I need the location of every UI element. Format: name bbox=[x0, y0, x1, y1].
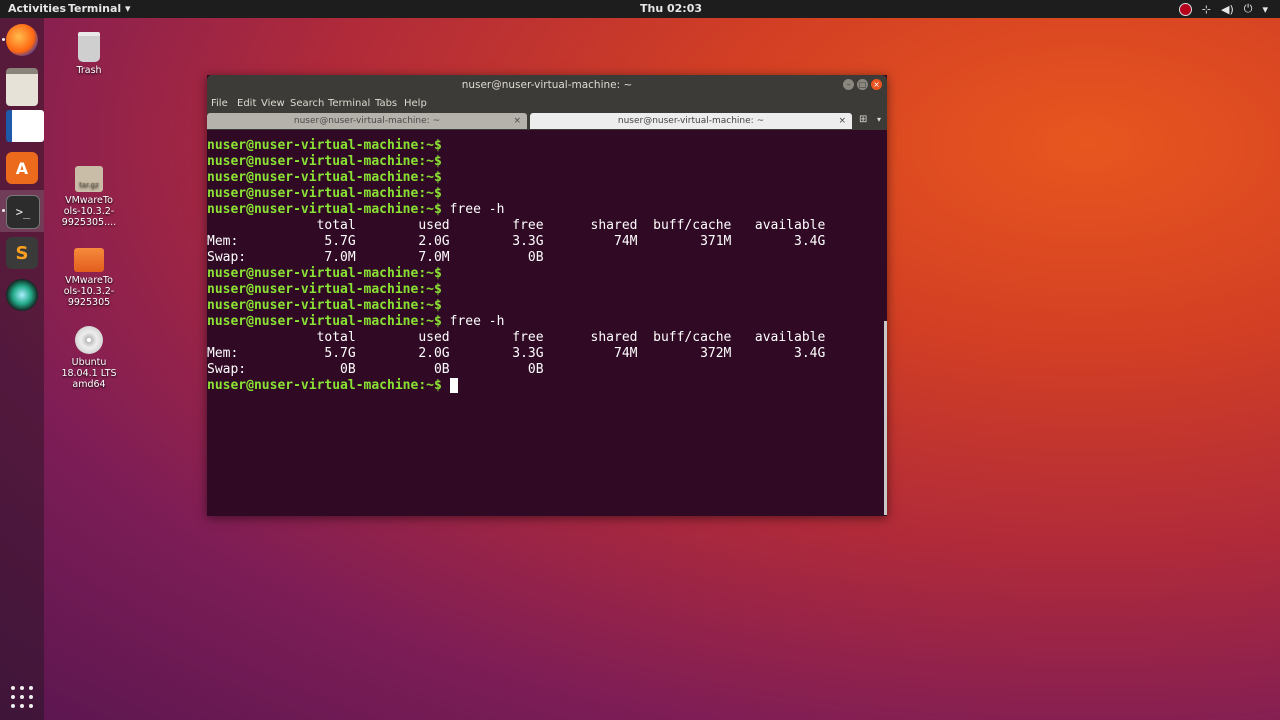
window-titlebar[interactable]: nuser@nuser-virtual-machine: ~ – □ × bbox=[207, 75, 887, 95]
window-title: nuser@nuser-virtual-machine: ~ bbox=[461, 79, 633, 91]
terminal-prompt-line: nuser@nuser-virtual-machine:~$ bbox=[207, 186, 442, 202]
top-bar: Activities Terminal ▾ Thu 02:03 ⊹ ◀) ⏻ ▾ bbox=[0, 0, 1280, 18]
writer-icon[interactable] bbox=[6, 110, 44, 142]
maximize-icon[interactable]: □ bbox=[857, 79, 868, 90]
tab-label: nuser@nuser-virtual-machine: ~ bbox=[293, 116, 441, 126]
terminal-icon[interactable]: >_ bbox=[6, 195, 40, 229]
prompt-text: nuser@nuser-virtual-machine:~$ bbox=[207, 170, 442, 185]
archive-icon: tar.gz bbox=[75, 166, 103, 192]
volume-icon[interactable]: ◀) bbox=[1221, 3, 1234, 16]
prompt-text: nuser@nuser-virtual-machine:~$ bbox=[207, 154, 442, 169]
prompt-text: nuser@nuser-virtual-machine:~$ bbox=[207, 186, 442, 201]
terminal-output-line: total used free shared buff/cache availa… bbox=[207, 218, 826, 233]
desktop-label: VMwareTo ols-10.3.2- 9925305 bbox=[63, 275, 115, 308]
terminal-output-line: Swap: 0B 0B 0B bbox=[207, 362, 544, 377]
close-icon[interactable]: × bbox=[871, 79, 882, 90]
prompt-text: nuser@nuser-virtual-machine:~$ bbox=[207, 202, 442, 217]
terminal-output-line: Swap: 7.0M 7.0M 0B bbox=[207, 250, 544, 265]
text-cursor bbox=[449, 378, 458, 393]
record-indicator-icon[interactable] bbox=[1178, 2, 1192, 16]
terminal-output-line: Mem: 5.7G 2.0G 3.3G 74M 372M 3.4G bbox=[207, 346, 826, 361]
tab-2[interactable]: nuser@nuser-virtual-machine: ~ × bbox=[530, 113, 852, 129]
terminal-window[interactable]: nuser@nuser-virtual-machine: ~ – □ × Fil… bbox=[207, 75, 887, 516]
terminal-prompt-line: nuser@nuser-virtual-machine:~$ bbox=[207, 170, 442, 186]
clock[interactable]: Thu 02:03 bbox=[640, 2, 702, 15]
active-indicator bbox=[2, 38, 5, 41]
menu-help[interactable]: Help bbox=[404, 98, 427, 109]
prompt-text: nuser@nuser-virtual-machine:~$ bbox=[207, 378, 442, 393]
desktop-label: Trash bbox=[76, 65, 102, 76]
terminal-prompt-line: nuser@nuser-virtual-machine:~$ free -h bbox=[207, 202, 504, 218]
power-icon[interactable]: ⏻ bbox=[1244, 2, 1253, 16]
tab-bar: nuser@nuser-virtual-machine: ~ × nuser@n… bbox=[207, 113, 887, 130]
dock: A >_ S bbox=[0, 18, 44, 720]
chevron-down-icon[interactable]: ▾ bbox=[1262, 3, 1268, 16]
desktop-folder[interactable]: VMwareTo ols-10.3.2- 9925305 bbox=[57, 248, 121, 308]
desktop-trash[interactable]: Trash bbox=[57, 32, 121, 76]
command-text: free -h bbox=[441, 314, 505, 329]
software-icon[interactable]: A bbox=[6, 152, 38, 184]
menu-edit[interactable]: Edit bbox=[237, 98, 256, 109]
sublime-icon[interactable]: S bbox=[6, 237, 38, 269]
desktop-label: Ubuntu 18.04.1 LTS amd64 bbox=[61, 357, 117, 390]
menu-bar: File Edit View Search Terminal Tabs Help bbox=[207, 95, 887, 113]
activities-button[interactable]: Activities bbox=[8, 2, 66, 15]
menu-terminal[interactable]: Terminal bbox=[328, 98, 370, 109]
desktop-archive[interactable]: tar.gz VMwareTo ols-10.3.2- 9925305.... bbox=[57, 166, 121, 228]
terminal-prompt-line: nuser@nuser-virtual-machine:~$ bbox=[207, 154, 442, 170]
dvd-icon bbox=[75, 326, 103, 354]
menu-view[interactable]: View bbox=[261, 98, 285, 109]
terminal-output-line: Mem: 5.7G 2.0G 3.3G 74M 371M 3.4G bbox=[207, 234, 826, 249]
terminal-output[interactable]: nuser@nuser-virtual-machine:~$ nuser@nuse… bbox=[207, 130, 887, 516]
files-icon[interactable] bbox=[6, 68, 38, 106]
folder-icon bbox=[74, 248, 104, 272]
menu-file[interactable]: File bbox=[211, 98, 228, 109]
close-tab-icon[interactable]: × bbox=[513, 113, 521, 129]
close-tab-icon[interactable]: × bbox=[838, 113, 846, 129]
command-text bbox=[442, 378, 450, 393]
firefox-icon[interactable] bbox=[6, 24, 38, 56]
terminal-prompt-line: nuser@nuser-virtual-machine:~$ bbox=[207, 282, 442, 298]
minimize-icon[interactable]: – bbox=[843, 79, 854, 90]
prompt-text: nuser@nuser-virtual-machine:~$ bbox=[207, 314, 442, 329]
menu-search[interactable]: Search bbox=[290, 98, 324, 109]
new-tab-icon[interactable]: ⊞ bbox=[859, 114, 867, 125]
tab-label: nuser@nuser-virtual-machine: ~ bbox=[617, 116, 765, 126]
tab-menu-chevron-icon[interactable]: ▾ bbox=[877, 115, 881, 124]
active-indicator bbox=[2, 209, 5, 212]
vlc-icon[interactable] bbox=[6, 279, 38, 311]
terminal-prompt-line: nuser@nuser-virtual-machine:~$ bbox=[207, 298, 442, 314]
network-icon[interactable]: ⊹ bbox=[1202, 3, 1211, 16]
app-menu[interactable]: Terminal ▾ bbox=[68, 2, 131, 15]
command-text: free -h bbox=[441, 202, 505, 217]
trash-icon bbox=[78, 32, 100, 62]
prompt-text: nuser@nuser-virtual-machine:~$ bbox=[207, 266, 442, 281]
prompt-text: nuser@nuser-virtual-machine:~$ bbox=[207, 298, 442, 313]
tab-1[interactable]: nuser@nuser-virtual-machine: ~ × bbox=[207, 113, 527, 129]
terminal-prompt-line: nuser@nuser-virtual-machine:~$ bbox=[207, 378, 458, 394]
terminal-prompt-line: nuser@nuser-virtual-machine:~$ free -h bbox=[207, 314, 504, 330]
menu-tabs[interactable]: Tabs bbox=[375, 98, 397, 109]
terminal-prompt-line: nuser@nuser-virtual-machine:~$ bbox=[207, 266, 442, 282]
desktop-label: VMwareTo ols-10.3.2- 9925305.... bbox=[61, 195, 117, 228]
terminal-prompt-line: nuser@nuser-virtual-machine:~$ bbox=[207, 138, 442, 154]
prompt-text: nuser@nuser-virtual-machine:~$ bbox=[207, 282, 442, 297]
system-tray[interactable]: ⊹ ◀) ⏻ ▾ bbox=[1178, 2, 1268, 16]
terminal-output-line: total used free shared buff/cache availa… bbox=[207, 330, 826, 345]
scrollbar[interactable] bbox=[884, 321, 887, 515]
show-apps-icon[interactable] bbox=[11, 686, 33, 708]
prompt-text: nuser@nuser-virtual-machine:~$ bbox=[207, 138, 442, 153]
desktop-dvd[interactable]: Ubuntu 18.04.1 LTS amd64 bbox=[57, 326, 121, 390]
